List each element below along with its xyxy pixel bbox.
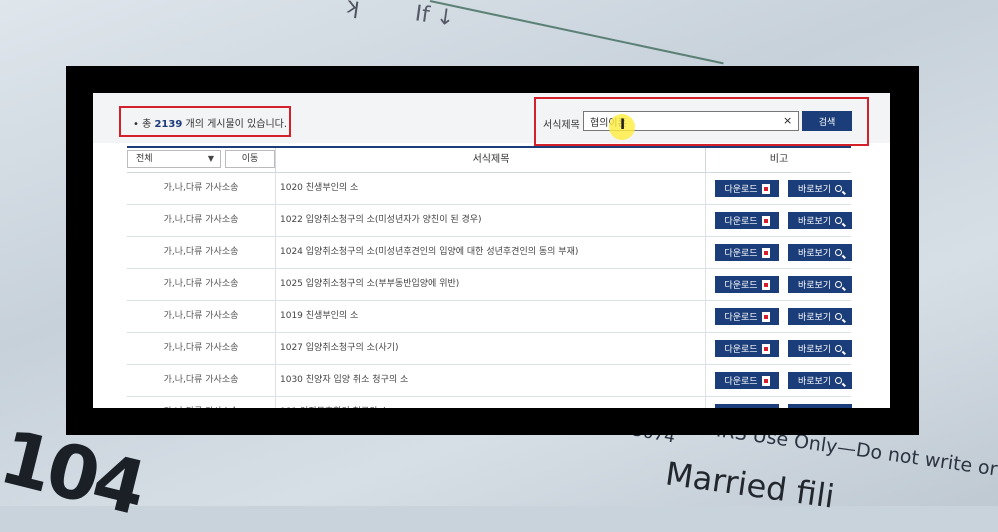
row-category: 가,나,다류 가사소송 xyxy=(163,183,239,193)
table-row: 가,나,다류 가사소송 1019 친생부인의 소 다운로드 바로보기 xyxy=(127,301,852,333)
row-actions: 다운로드 바로보기 xyxy=(705,237,852,268)
download-button-label: 다운로드 xyxy=(724,345,758,355)
download-button-label: 다운로드 xyxy=(724,313,758,323)
view-button[interactable]: 바로보기 xyxy=(788,180,852,197)
table-row: 가,나,다류 가사소송 1022 입양취소청구의 소(미성년자가 양친이 된 경… xyxy=(127,205,852,237)
search-icon xyxy=(835,377,843,384)
download-button-label: 다운로드 xyxy=(724,281,758,291)
view-button[interactable]: 바로보기 xyxy=(788,308,852,325)
document-icon xyxy=(761,279,770,290)
view-button-label: 바로보기 xyxy=(798,406,831,408)
document-icon xyxy=(761,375,770,386)
table-row: 가,나,다류 가사소송 1030 친양자 입양 취소 청구의 소 다운로드 바로… xyxy=(127,365,852,397)
row-title[interactable]: 1030 친양자 입양 취소 청구의 소 xyxy=(275,365,705,396)
search-icon xyxy=(835,217,843,224)
row-actions: 다운로드 바로보기 xyxy=(705,333,852,364)
table-row: 가,나,다류 가사소송 1024 입양취소청구의 소(미성년후견인의 입양에 대… xyxy=(127,237,852,269)
row-actions: 다운로드 바로보기 xyxy=(705,301,852,332)
view-button-label: 바로보기 xyxy=(797,217,832,227)
row-category: 가,나,다류 가사소송 xyxy=(163,343,239,353)
search-bar: • 총 2139 개의 게시물이 있습니다. 서식제목 × 검색 I xyxy=(93,93,890,146)
row-title[interactable]: 1027 입양취소청구의 소(사기) xyxy=(275,333,705,364)
view-button[interactable]: 바로보기 xyxy=(788,244,852,261)
row-category: 가,나,다류 가사소송 xyxy=(163,215,239,225)
row-category: 가,나,다류 가사소송 xyxy=(127,397,275,408)
download-button[interactable]: 다운로드 xyxy=(715,404,779,408)
row-title[interactable]: 1025 입양취소청구의 소(부부동반입양에 위반) xyxy=(275,269,705,300)
background-text: If ↓ xyxy=(413,1,457,32)
document-icon xyxy=(761,183,770,194)
row-category: 가,나,다류 가사소송 xyxy=(163,247,239,257)
row-title[interactable]: 981 인지무효확인 청구의 소 xyxy=(275,397,705,408)
view-button[interactable]: 바로보기 xyxy=(788,212,852,229)
column-header-note: 비고 xyxy=(705,148,852,172)
view-button[interactable]: 바로보기 xyxy=(788,276,852,293)
view-button-label: 바로보기 xyxy=(797,345,832,355)
screenshot-panel: • 총 2139 개의 게시물이 있습니다. 서식제목 × 검색 I 전체 ▼ … xyxy=(93,93,890,408)
view-button-label: 바로보기 xyxy=(797,313,832,323)
row-title[interactable]: 1019 친생부인의 소 xyxy=(275,301,705,332)
view-button[interactable]: 바로보기 xyxy=(788,404,852,408)
download-button[interactable]: 다운로드 xyxy=(715,340,779,357)
search-icon xyxy=(835,185,843,192)
move-button[interactable]: 이동 xyxy=(225,150,275,168)
view-button-label: 바로보기 xyxy=(797,377,832,387)
table-row: 가,나,다류 가사소송 1027 입양취소청구의 소(사기) 다운로드 바로보기 xyxy=(127,333,852,365)
row-actions: 다운로드 바로보기 xyxy=(705,173,852,204)
caret-down-icon: ▼ xyxy=(207,154,214,163)
row-actions: 다운로드 바로보기 xyxy=(705,205,852,236)
row-category: 가,나,다류 가사소송 xyxy=(163,279,239,289)
row-actions: 다운로드 바로보기 xyxy=(705,269,852,300)
search-icon xyxy=(835,249,843,256)
search-icon xyxy=(835,281,843,288)
document-icon xyxy=(761,247,770,258)
table-row: 가,나,다류 가사소송 981 인지무효확인 청구의 소 다운로드 바로보기 xyxy=(127,397,852,408)
view-button[interactable]: 바로보기 xyxy=(788,372,852,389)
download-button[interactable]: 다운로드 xyxy=(715,212,779,229)
search-icon xyxy=(835,345,843,352)
row-actions: 다운로드 바로보기 xyxy=(705,397,852,408)
download-button-label: 다운로드 xyxy=(724,249,758,259)
row-category: 가,나,다류 가사소송 xyxy=(163,375,239,385)
category-select[interactable]: 전체 ▼ xyxy=(127,150,221,168)
document-icon xyxy=(761,407,770,408)
row-title[interactable]: 1024 입양취소청구의 소(미성년후견인의 입양에 대한 성년후견인의 동의 … xyxy=(275,237,705,268)
view-button[interactable]: 바로보기 xyxy=(788,340,852,357)
row-title[interactable]: 1020 친생부인의 소 xyxy=(275,173,705,204)
row-category: 가,나,다류 가사소송 xyxy=(163,311,239,321)
row-title[interactable]: 1022 입양취소청구의 소(미성년자가 양친이 된 경우) xyxy=(275,205,705,236)
view-button-label: 바로보기 xyxy=(797,281,832,291)
form-list: 가,나,다류 가사소송 1020 친생부인의 소 다운로드 바로보기 가,나,다… xyxy=(127,173,852,408)
search-icon xyxy=(835,313,843,320)
annotation-box-count xyxy=(119,106,291,137)
table-header: 전체 ▼ 이동 서식제목 비고 xyxy=(127,148,851,173)
download-button[interactable]: 다운로드 xyxy=(715,372,779,389)
download-button[interactable]: 다운로드 xyxy=(715,180,779,197)
document-icon xyxy=(761,343,770,354)
document-icon xyxy=(761,215,770,226)
document-icon xyxy=(761,311,770,322)
download-button[interactable]: 다운로드 xyxy=(715,308,779,325)
column-header-title: 서식제목 xyxy=(275,148,706,172)
table-row: 가,나,다류 가사소송 1020 친생부인의 소 다운로드 바로보기 xyxy=(127,173,852,205)
download-button-label: 다운로드 xyxy=(724,377,758,387)
download-button[interactable]: 다운로드 xyxy=(715,244,779,261)
download-button-label: 다운로드 xyxy=(724,406,757,408)
table-row: 가,나,다류 가사소송 1025 입양취소청구의 소(부부동반입양에 위반) 다… xyxy=(127,269,852,301)
row-actions: 다운로드 바로보기 xyxy=(705,365,852,396)
category-select-value: 전체 xyxy=(136,154,153,164)
view-button-label: 바로보기 xyxy=(797,185,832,195)
view-button-label: 바로보기 xyxy=(797,249,832,259)
download-button-label: 다운로드 xyxy=(724,217,758,227)
annotation-box-search xyxy=(534,97,869,146)
download-button[interactable]: 다운로드 xyxy=(715,276,779,293)
download-button-label: 다운로드 xyxy=(724,185,758,195)
